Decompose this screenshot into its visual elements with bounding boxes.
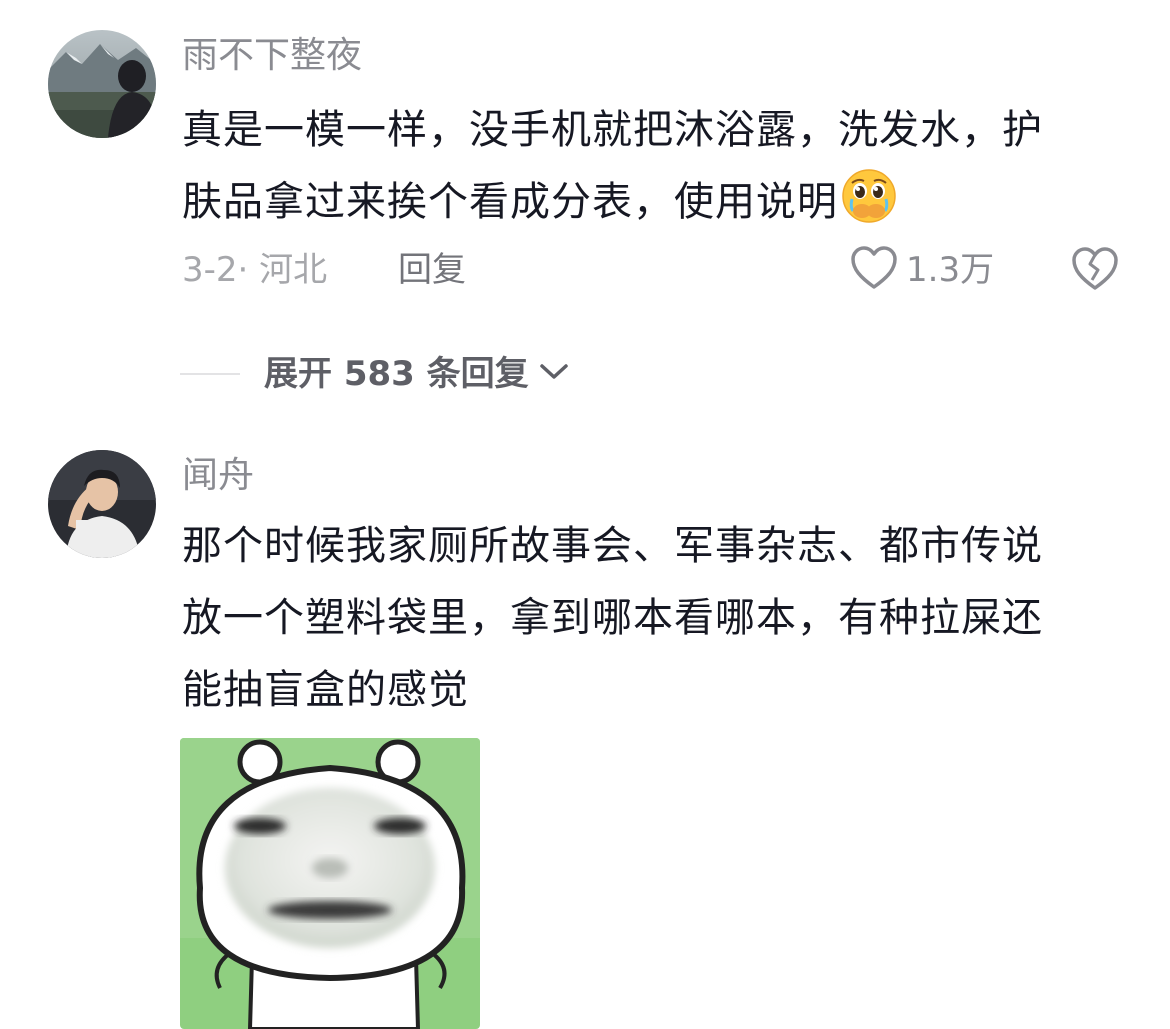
divider	[180, 373, 240, 375]
comment-content-line: 放一个塑料袋里，拿到哪本看哪本，有种拉屎还	[182, 595, 1043, 641]
comment-content: 那个时候我家厕所故事会、军事杂志、都市传说 放一个塑料袋里，拿到哪本看哪本，有种…	[182, 510, 1142, 726]
expand-replies-label: 展开 583 条回复	[264, 354, 529, 394]
avatar[interactable]	[48, 450, 156, 558]
comment-content: 真是一模一样，没手机就把沐浴露，洗发水，护 肤品拿过来挨个看成分表，使用说明	[182, 94, 1142, 238]
avatar-person-photo	[48, 450, 156, 558]
comment-content-line: 肤品拿过来挨个看成分表，使用说明	[182, 166, 1142, 238]
reply-button[interactable]: 回复	[398, 248, 466, 292]
pleading-face-covering-mouth-emoji	[840, 167, 898, 225]
avatar-mountain-photo	[48, 30, 156, 138]
expand-replies: 展开 583 条回复	[180, 350, 569, 398]
comment-item: 闻舟 那个时候我家厕所故事会、军事杂志、都市传说 放一个塑料袋里，拿到哪本看哪本…	[0, 440, 1170, 1029]
comment-username[interactable]: 雨不下整夜	[182, 34, 362, 78]
comment-item: 雨不下整夜 真是一模一样，没手机就把沐浴露，洗发水，护 肤品拿过来挨个看成分表，…	[0, 0, 1170, 410]
comment-content-text: 肤品拿过来挨个看成分表，使用说明	[182, 179, 838, 225]
blurry-face-bear-sticker[interactable]	[180, 738, 480, 1029]
comment-date-location: 3-2· 河北	[182, 250, 328, 290]
like-count: 1.3万	[906, 250, 995, 290]
heart-outline-icon	[850, 245, 898, 295]
expand-replies-button[interactable]: 展开 583 条回复	[264, 352, 569, 396]
comment-content-line: 真是一模一样，没手机就把沐浴露，洗发水，护	[182, 107, 1043, 153]
comment-content-line: 那个时候我家厕所故事会、军事杂志、都市传说	[182, 523, 1043, 569]
chevron-down-icon	[539, 362, 569, 386]
comment-content-line: 能抽盲盒的感觉	[182, 667, 469, 713]
dislike-button[interactable]	[1070, 244, 1120, 296]
comment-username[interactable]: 闻舟	[182, 454, 254, 498]
like-button[interactable]: 1.3万	[850, 244, 994, 296]
avatar[interactable]	[48, 30, 156, 138]
broken-heart-icon	[1070, 247, 1120, 298]
